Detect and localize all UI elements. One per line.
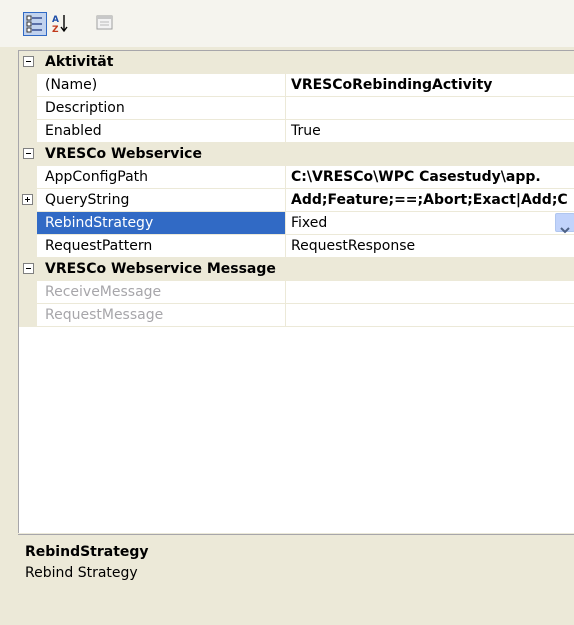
property-name: RequestMessage xyxy=(37,304,286,327)
property-value[interactable] xyxy=(286,97,574,120)
property-row-receivemessage[interactable]: ReceiveMessage xyxy=(19,281,574,304)
property-name: QueryString xyxy=(37,189,286,212)
property-name: Enabled xyxy=(37,120,286,143)
property-row-name[interactable]: (Name) VRESCoRebindingActivity xyxy=(19,74,574,97)
description-title: RebindStrategy xyxy=(25,544,149,560)
category-label: VRESCo Webservice Message xyxy=(45,261,276,277)
category-vresco-webservice[interactable]: VRESCo Webservice xyxy=(19,143,574,166)
property-value: Fixed xyxy=(291,215,328,231)
categorized-icon xyxy=(24,13,46,35)
collapse-icon[interactable] xyxy=(23,263,34,274)
property-pages-button[interactable] xyxy=(94,12,118,36)
dropdown-button[interactable] xyxy=(555,213,574,234)
sort-alphabetical-icon: A Z xyxy=(49,12,73,34)
property-value[interactable]: C:\VRESCo\WPC Casestudy\app. xyxy=(286,166,574,189)
description-text: Rebind Strategy xyxy=(25,565,138,581)
property-grid-toolbar: A Z xyxy=(0,0,574,47)
property-name: Description xyxy=(37,97,286,120)
svg-text:Z: Z xyxy=(52,25,59,34)
svg-text:A: A xyxy=(52,15,59,25)
property-pages-icon xyxy=(94,12,118,34)
property-name: RebindStrategy xyxy=(37,212,286,235)
property-name: ReceiveMessage xyxy=(37,281,286,304)
category-aktivitaet[interactable]: Aktivität xyxy=(19,51,574,74)
property-value[interactable]: RequestResponse xyxy=(286,235,574,258)
property-name: RequestPattern xyxy=(37,235,286,258)
expand-icon[interactable] xyxy=(22,194,33,205)
property-row-querystring[interactable]: QueryString Add;Feature;==;Abort;Exact|A… xyxy=(19,189,574,212)
collapse-icon[interactable] xyxy=(23,56,34,67)
chevron-down-icon xyxy=(560,219,570,234)
property-grid: Aktivität (Name) VRESCoRebindingActivity… xyxy=(18,50,574,533)
property-value xyxy=(286,281,574,304)
property-name: (Name) xyxy=(37,74,286,97)
category-label: VRESCo Webservice xyxy=(45,146,202,162)
alphabetical-view-button[interactable]: A Z xyxy=(49,12,73,36)
property-value[interactable]: VRESCoRebindingActivity xyxy=(286,74,574,97)
property-row-enabled[interactable]: Enabled True xyxy=(19,120,574,143)
splitter[interactable] xyxy=(18,534,574,535)
description-panel: RebindStrategy Rebind Strategy xyxy=(18,536,574,625)
category-vresco-webservice-message[interactable]: VRESCo Webservice Message xyxy=(19,258,574,281)
property-name: AppConfigPath xyxy=(37,166,286,189)
property-row-requestpattern[interactable]: RequestPattern RequestResponse xyxy=(19,235,574,258)
property-row-appconfigpath[interactable]: AppConfigPath C:\VRESCo\WPC Casestudy\ap… xyxy=(19,166,574,189)
property-value xyxy=(286,304,574,327)
categorized-view-button[interactable] xyxy=(23,12,47,36)
property-row-description[interactable]: Description xyxy=(19,97,574,120)
property-row-rebindstrategy[interactable]: RebindStrategy Fixed xyxy=(19,212,574,235)
collapse-icon[interactable] xyxy=(23,148,34,159)
property-value[interactable]: True xyxy=(286,120,574,143)
property-value-select[interactable]: Fixed xyxy=(286,212,574,235)
category-label: Aktivität xyxy=(45,54,114,70)
property-value[interactable]: Add;Feature;==;Abort;Exact|Add;C xyxy=(286,189,574,212)
property-row-requestmessage[interactable]: RequestMessage xyxy=(19,304,574,327)
